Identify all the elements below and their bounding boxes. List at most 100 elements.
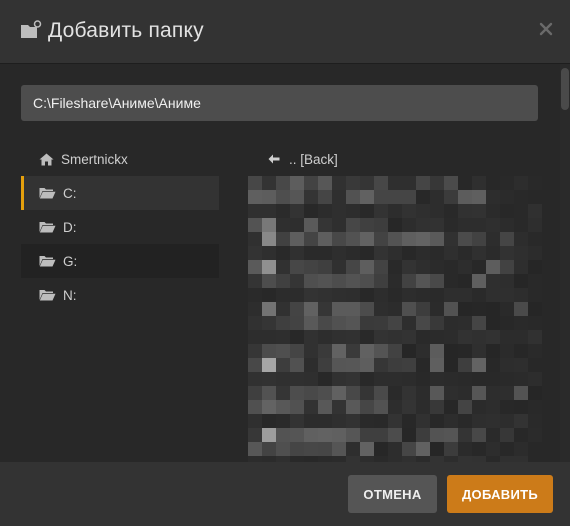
- pixel-cell: [290, 260, 304, 274]
- pixel-cell: [528, 386, 542, 400]
- pixel-cell: [388, 316, 402, 330]
- pixel-cell: [276, 260, 290, 274]
- path-input[interactable]: [21, 85, 538, 121]
- pixel-cell: [290, 302, 304, 316]
- pixel-cell: [346, 428, 360, 442]
- pixel-cell: [332, 400, 346, 414]
- pixel-cell: [346, 190, 360, 204]
- pixel-cell: [402, 442, 416, 456]
- folder-contents: .. [Back]: [248, 142, 546, 462]
- pixel-cell: [416, 232, 430, 246]
- pixel-cell: [472, 232, 486, 246]
- pixel-cell: [248, 176, 262, 190]
- pixel-cell: [458, 288, 472, 302]
- pixel-cell: [276, 302, 290, 316]
- folder-open-icon: [39, 222, 56, 233]
- pixel-cell: [346, 232, 360, 246]
- pixel-cell: [346, 246, 360, 260]
- pixel-cell: [262, 358, 276, 372]
- pixel-cell: [262, 176, 276, 190]
- pixel-cell: [444, 414, 458, 428]
- pixel-cell: [416, 344, 430, 358]
- drive-list: Smertnickx C: D: G: N:: [21, 142, 219, 312]
- pixel-cell: [402, 358, 416, 372]
- pixel-cell: [500, 260, 514, 274]
- pixel-cell: [500, 358, 514, 372]
- drive-item-smertnickx[interactable]: Smertnickx: [21, 142, 219, 176]
- scrollbar[interactable]: [560, 64, 570, 462]
- pixel-cell: [444, 330, 458, 344]
- pixel-cell: [248, 260, 262, 274]
- drive-item-c[interactable]: C:: [21, 176, 219, 210]
- drive-item-label: C:: [63, 185, 77, 201]
- pixel-cell: [514, 204, 528, 218]
- pixel-cell: [416, 400, 430, 414]
- pixel-cell: [332, 316, 346, 330]
- pixel-cell: [528, 232, 542, 246]
- pixel-cell: [262, 246, 276, 260]
- drive-item-label: Smertnickx: [61, 151, 128, 167]
- pixel-cell: [500, 400, 514, 414]
- pixel-cell: [388, 176, 402, 190]
- pixel-cell: [262, 344, 276, 358]
- pixel-cell: [332, 414, 346, 428]
- pixel-cell: [360, 260, 374, 274]
- pixel-cell: [388, 386, 402, 400]
- scrollbar-thumb[interactable]: [561, 68, 569, 110]
- pixel-cell: [514, 386, 528, 400]
- pixel-cell: [430, 218, 444, 232]
- pixel-cell: [388, 190, 402, 204]
- pixel-cell: [402, 372, 416, 386]
- pixel-cell: [304, 386, 318, 400]
- pixel-cell: [290, 358, 304, 372]
- drive-item-d[interactable]: D:: [21, 210, 219, 244]
- pixel-cell: [500, 204, 514, 218]
- pixel-cell: [458, 316, 472, 330]
- pixel-cell: [388, 274, 402, 288]
- pixel-cell: [304, 316, 318, 330]
- pixel-cell: [360, 274, 374, 288]
- pixel-cell: [290, 288, 304, 302]
- pixel-cell: [304, 428, 318, 442]
- pixel-cell: [528, 372, 542, 386]
- pixel-cell: [500, 288, 514, 302]
- pixel-cell: [248, 344, 262, 358]
- pixel-cell: [262, 372, 276, 386]
- pixel-cell: [430, 358, 444, 372]
- pixel-cell: [318, 442, 332, 456]
- add-button[interactable]: ДОБАВИТЬ: [447, 475, 553, 513]
- pixel-cell: [402, 400, 416, 414]
- pixel-cell: [276, 442, 290, 456]
- pixel-cell: [388, 414, 402, 428]
- cancel-button[interactable]: ОТМЕНА: [348, 475, 437, 513]
- pixel-cell: [360, 358, 374, 372]
- pixel-cell: [486, 372, 500, 386]
- pixel-cell: [514, 302, 528, 316]
- pixel-cell: [528, 288, 542, 302]
- pixel-cell: [388, 358, 402, 372]
- close-icon[interactable]: [539, 22, 553, 36]
- pixel-cell: [430, 246, 444, 260]
- pixel-cell: [332, 260, 346, 274]
- drive-item-g[interactable]: G:: [21, 244, 219, 278]
- pixel-cell: [290, 316, 304, 330]
- pixel-cell: [248, 330, 262, 344]
- pixel-cell: [514, 372, 528, 386]
- pixel-cell: [332, 246, 346, 260]
- pixel-cell: [472, 386, 486, 400]
- pixel-cell: [360, 372, 374, 386]
- pixel-cell: [416, 414, 430, 428]
- pixel-cell: [472, 428, 486, 442]
- back-link[interactable]: .. [Back]: [248, 142, 546, 176]
- pixel-cell: [444, 428, 458, 442]
- pixel-cell: [500, 176, 514, 190]
- pixel-cell: [262, 316, 276, 330]
- pixel-cell: [472, 316, 486, 330]
- back-label: .. [Back]: [289, 151, 338, 167]
- pixel-cell: [290, 232, 304, 246]
- pixel-cell: [248, 190, 262, 204]
- pixel-cell: [486, 190, 500, 204]
- pixel-cell: [514, 330, 528, 344]
- drive-item-n[interactable]: N:: [21, 278, 219, 312]
- pixel-cell: [416, 302, 430, 316]
